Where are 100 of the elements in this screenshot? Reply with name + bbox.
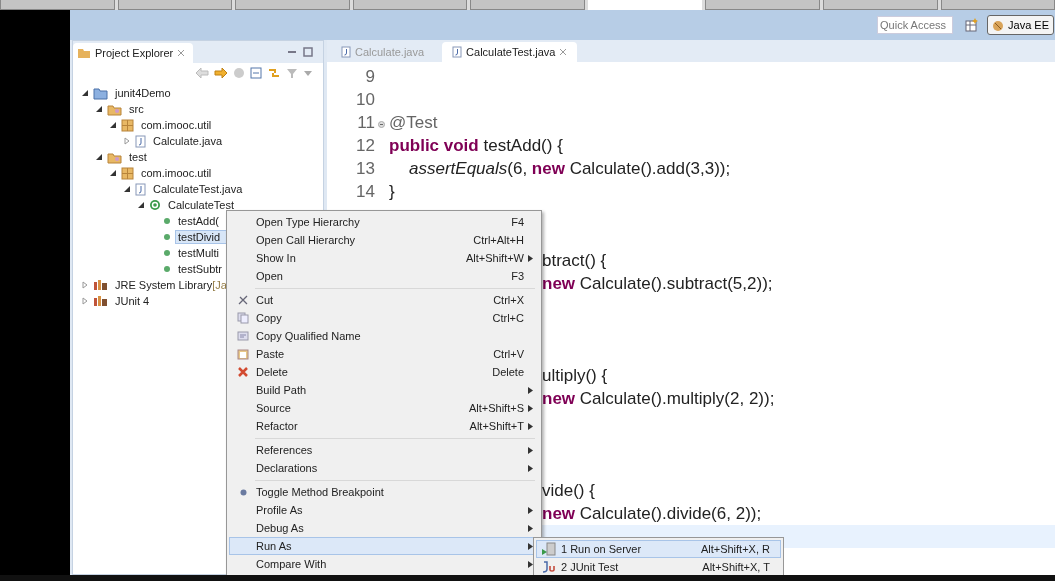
submenu-arrow-icon [528, 560, 533, 568]
menu-item[interactable]: 2 JUnit Test Alt+Shift+X, T [536, 558, 781, 575]
code-line: public void testAdd() { [389, 135, 563, 156]
menu-item[interactable]: Copy Ctrl+C [229, 309, 539, 327]
menu-item[interactable]: Build Path [229, 381, 539, 399]
menu-item[interactable]: Show In Alt+Shift+W [229, 249, 539, 267]
copy-icon [237, 312, 249, 324]
expand-toggle-icon[interactable] [81, 297, 89, 305]
menu-item[interactable]: Refactor Alt+Shift+T [229, 417, 539, 435]
browser-tab[interactable] [117, 0, 233, 10]
source-folder-icon [107, 150, 122, 164]
server-icon [541, 542, 557, 556]
browser-tab[interactable] [705, 0, 820, 10]
menu-item[interactable]: Profile As [229, 501, 539, 519]
expand-toggle-icon[interactable] [123, 185, 131, 193]
fold-icon[interactable] [378, 120, 385, 128]
browser-tab[interactable] [235, 0, 350, 10]
expand-toggle-icon[interactable] [123, 137, 131, 145]
package-icon [121, 118, 134, 132]
project-folder-icon [93, 86, 108, 100]
tree-item[interactable]: testAdd( [175, 214, 222, 228]
java-file-icon [452, 46, 463, 58]
menu-item[interactable]: Copy Qualified Name [229, 327, 539, 345]
line-number: 11 [357, 112, 375, 133]
menu-item[interactable]: 1 Run on Server Alt+Shift+X, R [536, 540, 781, 558]
view-menu-icon[interactable] [303, 69, 313, 77]
code-line: vide() { [542, 480, 595, 501]
browser-tab[interactable] [0, 0, 115, 10]
junit-icon [541, 560, 557, 574]
source-folder-icon [107, 102, 122, 116]
menu-item[interactable]: Declarations [229, 459, 539, 477]
code-line: @Test [389, 112, 438, 133]
tree-item[interactable]: src [126, 102, 147, 116]
java-file-icon [341, 46, 351, 58]
tree-item[interactable]: com.imooc.util [138, 166, 215, 180]
link-editor-icon[interactable] [267, 67, 281, 79]
tree-item[interactable]: CalculateTest.java [150, 182, 246, 196]
filter-icon[interactable] [286, 67, 298, 79]
breakpoint-icon [239, 488, 247, 496]
perspective-button[interactable]: Java EE [987, 15, 1054, 35]
library-icon [93, 279, 108, 291]
back-arrow-icon[interactable] [195, 67, 209, 79]
expand-toggle-icon[interactable] [137, 201, 145, 209]
code-line: new Calculate().multiply(2, 2)); [542, 388, 775, 409]
submenu-arrow-icon [528, 422, 533, 430]
tree-item[interactable]: JRE System Library[Ja [112, 278, 230, 292]
collapse-all-icon[interactable] [250, 67, 262, 79]
line-number: 10 [356, 89, 375, 110]
menu-item[interactable]: Debug As [229, 519, 539, 537]
copy-name-icon [237, 330, 249, 342]
line-number: 13 [356, 158, 375, 179]
clipboard-icon [237, 348, 249, 360]
close-icon[interactable] [177, 49, 186, 57]
code-line: assertEquals(6, new Calculate().add(3,3)); [408, 158, 731, 179]
menu-item[interactable]: Delete Delete [229, 363, 539, 381]
editor-tab[interactable]: CalculateTest.java [442, 42, 578, 62]
tree-item[interactable]: com.imooc.util [138, 118, 215, 132]
tree-item[interactable]: testSubtr [175, 262, 226, 276]
menu-item[interactable]: Open F3 [229, 267, 539, 285]
tree-item[interactable]: CalculateTest [165, 198, 238, 212]
menu-item[interactable]: Source Alt+Shift+S [229, 399, 539, 417]
expand-toggle-icon[interactable] [109, 169, 117, 177]
tree-item[interactable]: junit4Demo [112, 86, 174, 100]
expand-toggle-icon[interactable] [109, 121, 117, 129]
expand-toggle-icon[interactable] [81, 89, 89, 97]
menu-item[interactable]: Open Type Hierarchy F4 [229, 213, 539, 231]
submenu-arrow-icon [528, 506, 533, 514]
delete-icon [237, 366, 249, 378]
tree-item[interactable]: JUnit 4 [112, 294, 153, 308]
library-icon [93, 295, 108, 307]
open-perspective-icon[interactable] [965, 18, 980, 32]
folder-icon [77, 47, 91, 59]
browser-tab[interactable] [470, 0, 585, 10]
menu-item[interactable]: References [229, 441, 539, 459]
tree-item[interactable]: Calculate.java [150, 134, 226, 148]
package-icon [121, 166, 134, 180]
maximize-icon[interactable] [303, 47, 313, 57]
browser-tab[interactable] [940, 0, 1055, 10]
expand-toggle-icon[interactable] [81, 281, 89, 289]
expand-toggle-icon[interactable] [95, 105, 103, 113]
java-file-icon [135, 182, 146, 196]
quick-access-field[interactable]: Quick Access [877, 16, 954, 34]
close-icon[interactable] [559, 48, 568, 56]
submenu-arrow-icon [528, 524, 533, 532]
menu-item[interactable]: Cut Ctrl+X [229, 291, 539, 309]
submenu-arrow-icon [528, 386, 533, 394]
browser-tab[interactable] [352, 0, 468, 10]
code-line: new Calculate().divide(6, 2)); [542, 503, 762, 524]
submenu-arrow-icon [528, 446, 533, 454]
tree-item[interactable]: test [126, 150, 150, 164]
menu-item[interactable]: Paste Ctrl+V [229, 345, 539, 363]
expand-toggle-icon[interactable] [95, 153, 103, 161]
line-number: 12 [356, 135, 375, 156]
view-tab[interactable]: Project Explorer [73, 43, 194, 63]
forward-arrow-icon[interactable] [214, 67, 228, 79]
menu-item[interactable]: Toggle Method Breakpoint [229, 483, 539, 501]
tree-item[interactable]: testMulti [175, 246, 222, 260]
code-line: new Calculate().subtract(5,2)); [542, 273, 773, 294]
browser-tab[interactable] [822, 0, 938, 10]
perspective-icon [992, 18, 1006, 32]
